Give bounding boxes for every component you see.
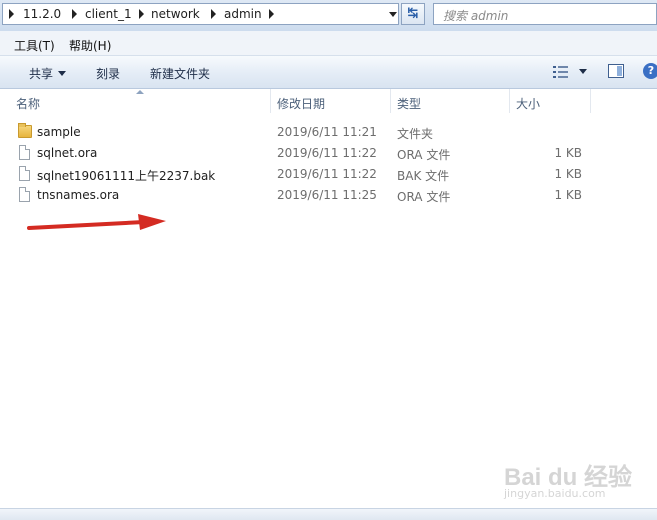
help-icon[interactable]: ?	[643, 63, 657, 79]
menu-bar: 工具(T) 帮助(H)	[0, 31, 657, 56]
file-name: sqlnet19061111上午2237.bak	[37, 169, 216, 183]
address-dropdown-icon[interactable]	[386, 7, 400, 21]
file-name: sample	[37, 125, 81, 139]
breadcrumb-item[interactable]: network	[151, 7, 200, 21]
file-icon	[18, 166, 31, 182]
file-type: ORA 文件	[397, 190, 451, 204]
file-date: 2019/6/11 11:22	[277, 146, 377, 160]
annotation-arrow-icon	[27, 214, 166, 230]
file-type: BAK 文件	[397, 169, 450, 183]
column-type[interactable]: 类型	[397, 95, 421, 112]
column-divider[interactable]	[509, 89, 510, 113]
status-bar	[0, 508, 657, 520]
chevron-right-icon[interactable]	[72, 9, 77, 19]
list-item[interactable]: sqlnet.ora 2019/6/11 11:22 ORA 文件 1 KB	[0, 143, 657, 164]
address-row: 11.2.0 client_1 network admin ↹ 搜索 admin	[0, 0, 657, 31]
share-label: 共享	[29, 67, 54, 81]
file-date: 2019/6/11 11:25	[277, 188, 377, 202]
breadcrumb-item[interactable]: 11.2.0	[23, 7, 61, 21]
column-size[interactable]: 大小	[516, 95, 540, 112]
menu-help[interactable]: 帮助(H)	[69, 37, 111, 54]
search-input[interactable]: 搜索 admin	[433, 3, 657, 25]
preview-pane-icon[interactable]	[608, 64, 624, 78]
file-size: 1 KB	[554, 146, 582, 160]
chevron-down-icon	[58, 71, 67, 76]
breadcrumb-item[interactable]: client_1	[85, 7, 132, 21]
address-bar[interactable]: 11.2.0 client_1 network admin	[2, 3, 399, 25]
file-date: 2019/6/11 11:21	[277, 125, 377, 139]
chevron-right-icon[interactable]	[139, 9, 144, 19]
command-bar: 共享 刻录 新建文件夹 ?	[0, 56, 657, 89]
chevron-right-icon[interactable]	[9, 9, 14, 19]
share-button[interactable]: 共享	[29, 65, 67, 82]
file-size: 1 KB	[554, 167, 582, 181]
refresh-icon: ↹	[407, 6, 419, 21]
breadcrumb-item[interactable]: admin	[224, 7, 262, 21]
file-icon	[18, 145, 31, 161]
file-size: 1 KB	[554, 188, 582, 202]
file-icon	[18, 187, 31, 203]
column-divider[interactable]	[270, 89, 271, 113]
list-item[interactable]: tnsnames.ora 2019/6/11 11:25 ORA 文件 1 KB	[0, 185, 657, 206]
folder-icon	[18, 123, 32, 140]
view-options-icon[interactable]	[553, 66, 569, 78]
file-type: ORA 文件	[397, 148, 451, 162]
file-name: tnsnames.ora	[37, 188, 120, 202]
new-folder-button[interactable]: 新建文件夹	[150, 65, 210, 82]
column-date[interactable]: 修改日期	[277, 95, 325, 112]
burn-button[interactable]: 刻录	[96, 65, 120, 82]
file-name: sqlnet.ora	[37, 146, 98, 160]
watermark-url: jingyan.baidu.com	[504, 487, 606, 500]
column-divider[interactable]	[590, 89, 591, 113]
search-placeholder: 搜索 admin	[443, 9, 509, 23]
file-type: 文件夹	[397, 127, 434, 141]
column-name[interactable]: 名称	[16, 95, 40, 112]
list-item[interactable]: sqlnet19061111上午2237.bak 2019/6/11 11:22…	[0, 164, 657, 185]
file-date: 2019/6/11 11:22	[277, 167, 377, 181]
view-dropdown-icon[interactable]	[579, 69, 587, 74]
watermark: Bai du 经验 jingyan.baidu.com	[504, 457, 632, 500]
refresh-button[interactable]: ↹	[401, 3, 425, 25]
chevron-right-icon[interactable]	[269, 9, 274, 19]
column-header-row: 名称 修改日期 类型 大小	[0, 89, 657, 113]
sort-ascending-icon	[136, 90, 144, 94]
column-divider[interactable]	[390, 89, 391, 113]
menu-tools[interactable]: 工具(T)	[14, 37, 55, 54]
list-item[interactable]: sample 2019/6/11 11:21 文件夹	[0, 122, 657, 143]
chevron-right-icon[interactable]	[211, 9, 216, 19]
